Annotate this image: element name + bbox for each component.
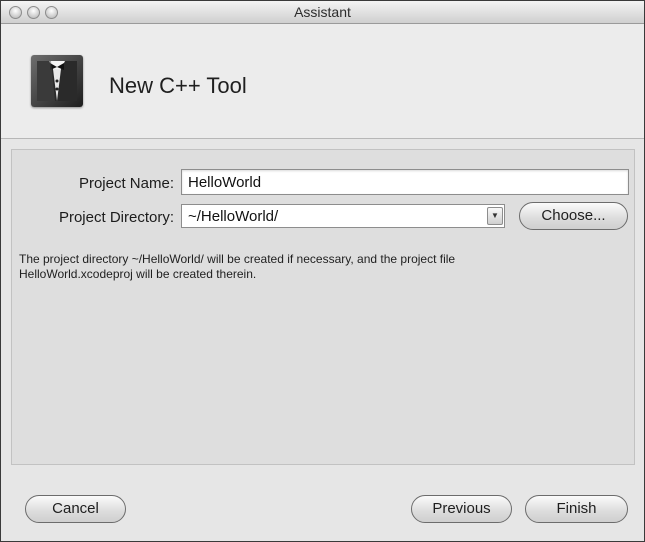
- previous-button[interactable]: Previous: [411, 495, 512, 523]
- project-name-input[interactable]: [181, 169, 629, 195]
- info-text-line-1: The project directory ~/HelloWorld/ will…: [19, 252, 456, 266]
- button-bar: Cancel Previous Finish: [1, 466, 644, 541]
- header-area: New C++ Tool: [1, 24, 644, 139]
- assistant-window: Assistant New C++ Tool Project Name: Pro…: [0, 0, 645, 542]
- title-bar: Assistant: [1, 1, 644, 24]
- window-title: Assistant: [294, 4, 351, 20]
- settings-panel: Project Name: Project Directory: ~/Hello…: [11, 149, 635, 465]
- assistant-page-title: New C++ Tool: [109, 73, 247, 98]
- tuxedo-icon: [31, 55, 83, 107]
- finish-button[interactable]: Finish: [525, 495, 628, 523]
- project-name-label: Project Name:: [78, 175, 174, 192]
- info-text-line-2: HelloWorld.xcodeproj will be created the…: [19, 267, 257, 281]
- project-directory-value: ~/HelloWorld/: [188, 208, 279, 225]
- project-directory-label: Project Directory:: [58, 209, 174, 226]
- project-directory-combo[interactable]: ~/HelloWorld/: [181, 204, 505, 228]
- cancel-button[interactable]: Cancel: [25, 495, 126, 523]
- chevron-down-icon[interactable]: ▼: [487, 207, 503, 225]
- info-text: The project directory ~/HelloWorld/ will…: [19, 252, 629, 282]
- choose-button[interactable]: Choose...: [519, 202, 628, 230]
